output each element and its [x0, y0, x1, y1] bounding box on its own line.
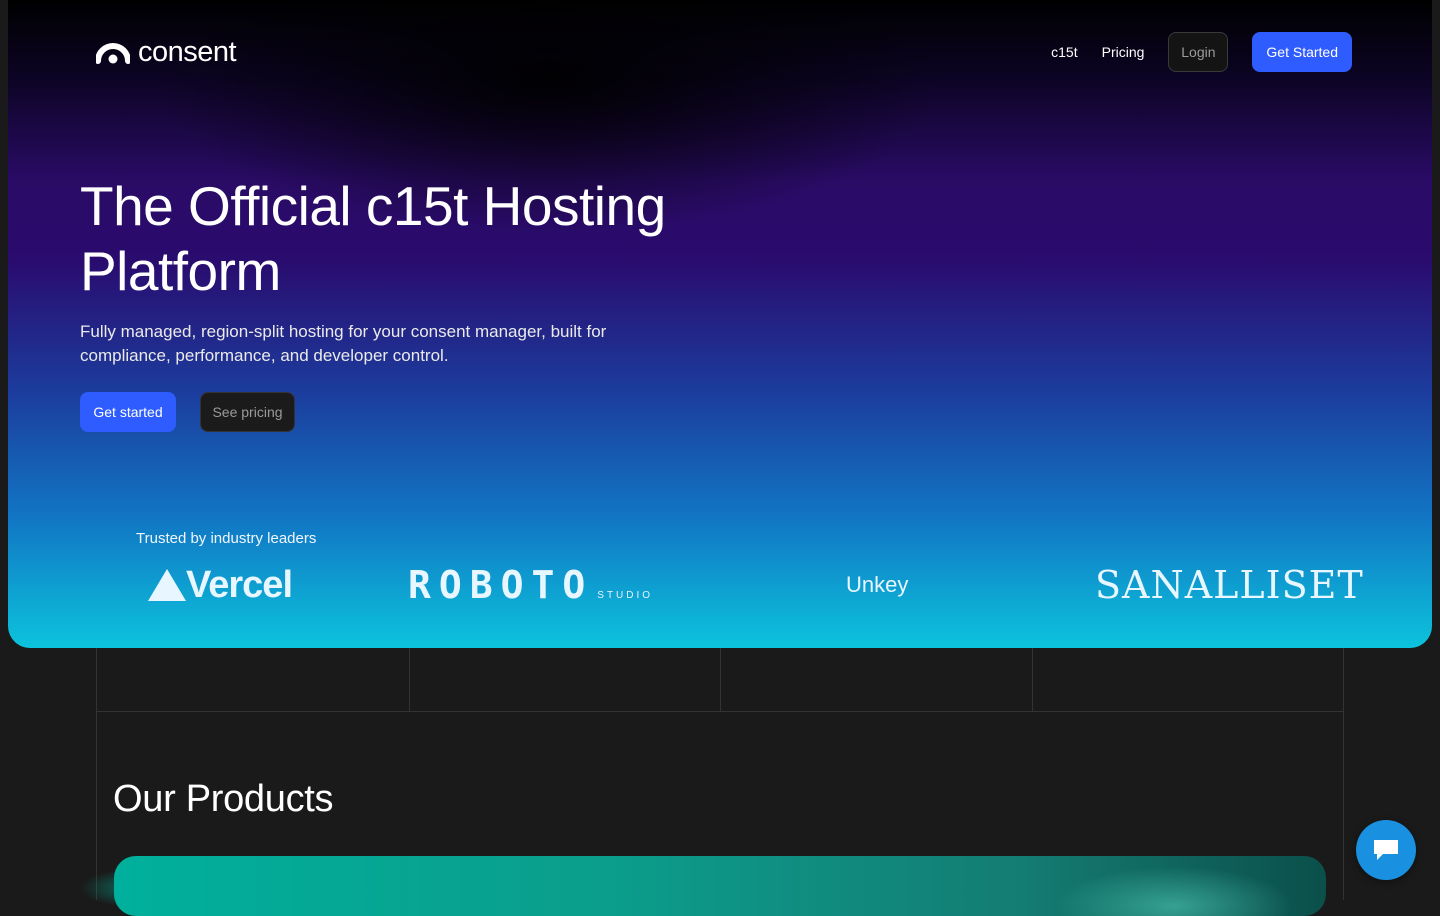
- hero-section: consent c15t Pricing Login Get Started T…: [8, 0, 1432, 648]
- vercel-wordmark: Vercel: [186, 563, 293, 606]
- vercel-logo: Vercel: [148, 560, 293, 610]
- get-started-button[interactable]: Get Started: [1252, 32, 1352, 72]
- hero-title: The Official c15t Hosting Platform: [80, 175, 666, 302]
- nav-link-c15t[interactable]: c15t: [1051, 44, 1077, 60]
- brand-logo[interactable]: consent: [96, 36, 237, 69]
- product-card[interactable]: [114, 856, 1326, 916]
- nav-link-pricing[interactable]: Pricing: [1102, 44, 1145, 60]
- sanalliset-logo: SANALLISET: [1095, 563, 1364, 607]
- roboto-studio-logo: ROBOTO STUDIO: [408, 560, 653, 610]
- chat-launcher-button[interactable]: [1356, 820, 1416, 880]
- partner-logos: Vercel ROBOTO STUDIO Unkey SANALLISET: [8, 560, 1432, 610]
- login-button[interactable]: Login: [1168, 32, 1229, 72]
- grid-column-divider: [720, 648, 721, 712]
- grid-column-divider: [1032, 648, 1033, 712]
- unkey-logo: Unkey: [846, 572, 909, 597]
- see-pricing-button[interactable]: See pricing: [200, 392, 295, 432]
- hero-cta-group: Get started See pricing: [80, 392, 295, 432]
- top-nav: consent c15t Pricing Login Get Started: [8, 0, 1432, 104]
- logo-grid-divider: [96, 648, 1344, 712]
- trusted-label: Trusted by industry leaders: [136, 530, 317, 547]
- brand-name: consent: [138, 36, 237, 68]
- roboto-studio-subtext: STUDIO: [597, 589, 654, 601]
- roboto-wordmark: ROBOTO: [408, 563, 594, 607]
- hero-subtitle: Fully managed, region-split hosting for …: [80, 322, 607, 365]
- consent-logo-icon: [96, 42, 130, 64]
- vercel-triangle-icon: [148, 569, 186, 601]
- products-title: Our Products: [113, 778, 334, 820]
- grid-column-divider: [409, 648, 410, 712]
- nav-links: c15t Pricing Login Get Started: [1051, 32, 1352, 72]
- chat-bubble-icon: [1374, 840, 1398, 860]
- hero-get-started-button[interactable]: Get started: [80, 392, 176, 432]
